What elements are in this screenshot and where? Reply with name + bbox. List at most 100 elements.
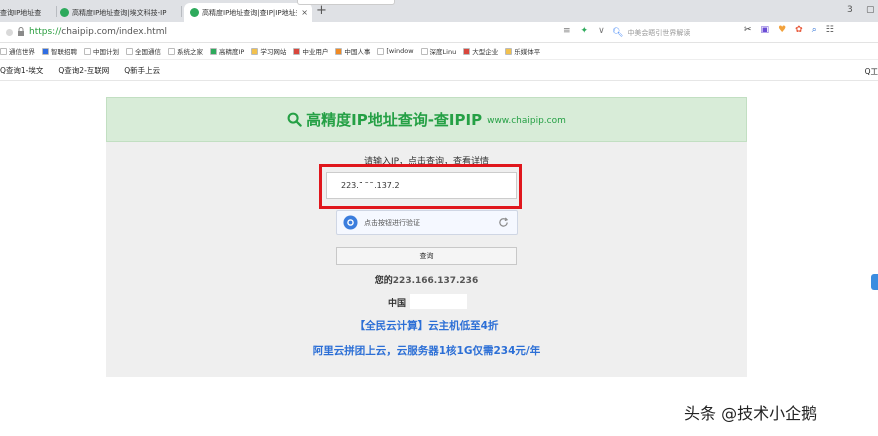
window-badge-icon[interactable]: 3 bbox=[847, 5, 853, 15]
menu-grid-icon[interactable]: ☷ bbox=[826, 25, 834, 35]
lightning-icon[interactable]: ✦ bbox=[581, 26, 589, 36]
url-field[interactable]: https://chaipip.com/index.html bbox=[29, 25, 167, 39]
bookmark-label: 高精度IP bbox=[219, 48, 245, 56]
bookmark-label: 智联招聘 bbox=[51, 48, 77, 56]
bookmarks-bar: 通信世界 智联招聘 中国计划 全国通信 系统之家 高精度IP 学习网站 中业用户 中国人事 [wi… bbox=[0, 43, 878, 59]
captcha-label: 点击按钮进行验证 bbox=[364, 218, 420, 227]
bookmark-icon bbox=[420, 47, 428, 55]
tab-3-active[interactable]: 高精度IP地址查询|查IP|IP地址查 × bbox=[184, 3, 312, 22]
your-ip-label: 您的 bbox=[374, 276, 393, 286]
query-button[interactable]: 查询 bbox=[336, 247, 517, 265]
url-protocol: https:// bbox=[29, 27, 62, 37]
bookmark-item[interactable]: 中国人事 bbox=[335, 46, 370, 56]
app-grid-icon[interactable]: ▣ bbox=[761, 25, 770, 35]
ip-location: 中国 . bbox=[388, 299, 413, 309]
quick-search-bar: Q查询1-埃文 Q查询2-互联网 Q新手上云 Q工 bbox=[0, 59, 878, 81]
menu-icon[interactable]: ≡ bbox=[563, 26, 571, 36]
redaction-mask bbox=[358, 183, 374, 190]
browser-toolbar: ✂ ▣ ♥ ✿ ⌕ ☷ bbox=[744, 25, 834, 35]
bookmark-label: 学习网站 bbox=[260, 48, 287, 56]
tab-strip: 查询IP地址查 高精度IP地址查询|埃文科技-IP 高精度IP地址查询|查IP|… bbox=[0, 0, 878, 22]
bookmark-label: 通信世界 bbox=[9, 48, 35, 56]
bookmark-label: 中国人事 bbox=[344, 48, 371, 56]
quick-search-item[interactable]: Q查询2-互联网 bbox=[58, 65, 109, 76]
side-float-tab[interactable] bbox=[871, 274, 878, 290]
tab-2-label: 高精度IP地址查询|埃文科技-IP bbox=[72, 8, 167, 17]
search-placeholder: 中美会晤引世界解读 bbox=[627, 28, 691, 37]
browser-search-box[interactable]: 🔍︎ 中美会晤引世界解读 bbox=[612, 25, 739, 40]
site-favicon-icon bbox=[60, 8, 69, 17]
bookmark-item[interactable]: 中国计划 bbox=[84, 46, 119, 56]
your-ip-line: 您的223.166.137.236 bbox=[106, 273, 747, 286]
close-tab-icon[interactable]: × bbox=[297, 8, 312, 17]
bookmark-icon bbox=[168, 47, 175, 55]
tab-separator bbox=[56, 6, 57, 17]
dropdown-popup bbox=[297, 0, 395, 5]
promo-link-2[interactable]: 阿里云拼团上云，云服务器1核1G仅需234元/年 bbox=[106, 343, 747, 358]
bookmark-label: [window bbox=[386, 47, 414, 55]
heart-icon[interactable]: ♥ bbox=[778, 25, 786, 35]
bookmark-icon bbox=[335, 47, 343, 55]
bookmark-label: 大型企业 bbox=[472, 48, 499, 56]
bookmark-icon bbox=[210, 47, 217, 55]
search-logo-icon bbox=[287, 112, 302, 127]
chevron-down-icon[interactable]: ∨ bbox=[598, 26, 605, 36]
quick-search-item[interactable]: Q新手上云 bbox=[124, 65, 160, 76]
tab-separator bbox=[181, 6, 182, 17]
lock-icon bbox=[18, 27, 24, 36]
banner-domain: www.chaipip.com bbox=[487, 116, 566, 126]
tab-1-label: 查询IP地址查 bbox=[0, 8, 42, 17]
refresh-icon[interactable] bbox=[498, 217, 509, 228]
bookmark-item[interactable]: 系统之家 bbox=[168, 46, 203, 56]
bookmark-icon bbox=[0, 47, 7, 55]
tab-3-label: 高精度IP地址查询|查IP|IP地址查 bbox=[202, 8, 298, 17]
new-tab-button[interactable]: + bbox=[316, 3, 327, 19]
bookmark-item[interactable]: 中业用户 bbox=[293, 46, 328, 56]
reload-dot-icon[interactable] bbox=[6, 29, 13, 36]
scissors-icon[interactable]: ✂ bbox=[744, 25, 752, 35]
search-tool-icon[interactable]: ⌕ bbox=[812, 25, 817, 35]
flower-icon[interactable]: ✿ bbox=[795, 25, 803, 35]
bookmark-label: 全国通信 bbox=[135, 48, 161, 56]
bookmark-icon bbox=[251, 47, 259, 55]
site-banner: 高精度IP地址查询-查IPIP www.chaipip.com bbox=[106, 97, 747, 142]
site-favicon-icon bbox=[190, 8, 199, 17]
quick-search-right[interactable]: Q工 bbox=[865, 66, 878, 77]
bookmark-icon bbox=[505, 47, 513, 55]
bookmark-item[interactable]: 智联招聘 bbox=[42, 46, 77, 56]
url-path: chaipip.com/index.html bbox=[61, 27, 167, 37]
bookmark-item[interactable]: 深度Linu bbox=[420, 46, 457, 56]
bookmark-icon bbox=[293, 47, 301, 55]
redaction-mask bbox=[410, 294, 467, 309]
bookmark-icon bbox=[377, 47, 385, 55]
watermark-text: 头条 @技术小企鹅 bbox=[684, 404, 818, 423]
window-restore-icon[interactable]: ▢ bbox=[866, 5, 875, 15]
bookmark-item[interactable]: [window bbox=[377, 47, 414, 55]
bookmark-label: 深度Linu bbox=[429, 48, 457, 56]
your-ip-value: 223.166.137.236 bbox=[392, 276, 479, 286]
bookmark-item[interactable]: 学习网站 bbox=[251, 46, 286, 56]
bookmark-label: 中国计划 bbox=[93, 48, 119, 56]
quick-search-item[interactable]: Q查询1-埃文 bbox=[0, 65, 43, 76]
bookmark-item[interactable]: 全国通信 bbox=[126, 46, 161, 56]
address-actions: ≡ ✦ ∨ bbox=[563, 26, 605, 36]
captcha-shield-icon bbox=[343, 215, 358, 230]
bookmark-icon bbox=[42, 47, 49, 55]
search-icon: 🔍︎ bbox=[612, 27, 624, 38]
banner-title: 高精度IP地址查询-查IPIP bbox=[306, 111, 483, 129]
captcha-widget[interactable]: 点击按钮进行验证 bbox=[336, 210, 518, 235]
tab-1[interactable]: 查询IP地址查 bbox=[0, 3, 55, 22]
bookmark-icon bbox=[84, 47, 91, 55]
promo-link-1[interactable]: 【全民云计算】云主机低至4折 bbox=[106, 318, 747, 333]
bookmark-item[interactable]: 乐媒体平 bbox=[505, 46, 540, 56]
ip-input[interactable] bbox=[326, 172, 517, 199]
bookmark-item[interactable]: 大型企业 bbox=[463, 46, 498, 56]
bookmark-label: 中业用户 bbox=[302, 48, 329, 56]
address-bar: https://chaipip.com/index.html ≡ ✦ ∨ 🔍︎ … bbox=[0, 22, 878, 43]
bookmark-item[interactable]: 通信世界 bbox=[0, 46, 35, 56]
bookmark-icon bbox=[126, 47, 133, 55]
bookmark-icon bbox=[463, 47, 471, 55]
tab-2[interactable]: 高精度IP地址查询|埃文科技-IP bbox=[58, 3, 180, 22]
bookmark-item[interactable]: 高精度IP bbox=[210, 46, 244, 56]
bookmark-label: 乐媒体平 bbox=[514, 48, 541, 56]
